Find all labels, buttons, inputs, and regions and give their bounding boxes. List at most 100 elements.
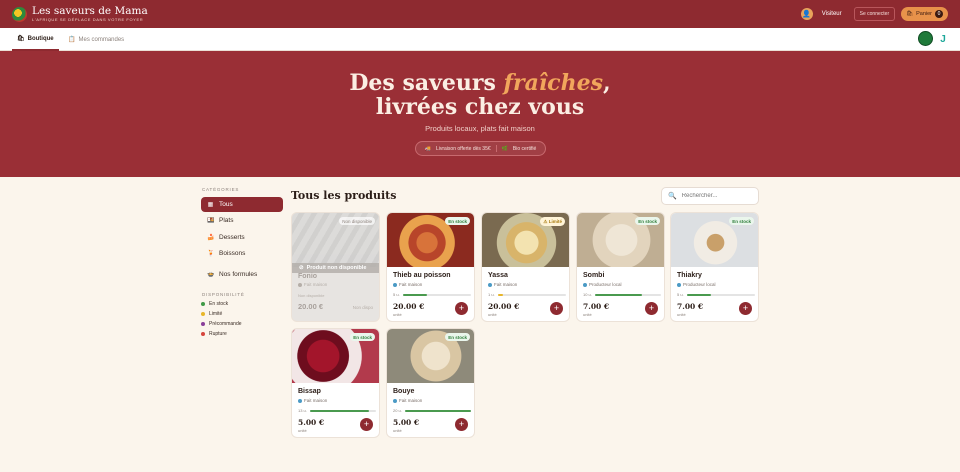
formula-icon: 🍲 xyxy=(207,272,215,278)
quantity-label: 20 u. xyxy=(393,408,402,413)
visitor-label: Visiteur xyxy=(821,11,842,17)
product-tag: Fait maison xyxy=(298,398,327,403)
tab-mes-commandes[interactable]: 📋 Mes commandes xyxy=(68,28,124,51)
hero-subtitle: Produits locaux, plats fait maison xyxy=(425,124,535,133)
product-price: 7.00 € xyxy=(583,302,610,311)
stock-quantity: 13 u. xyxy=(298,408,376,413)
login-button[interactable]: Se connecter xyxy=(853,7,896,21)
product-price: 5.00 € xyxy=(298,418,325,427)
hero-title-line2: livrées chez vous xyxy=(375,94,585,120)
user-avatar-icon[interactable]: 👤 xyxy=(800,8,813,20)
product-tag: Fait maison xyxy=(393,282,422,287)
hero-banner: Des saveurs fraîches, livrées chez vous … xyxy=(0,51,960,177)
stock-badge: En stock xyxy=(445,333,470,341)
cart-button[interactable]: 🛍 Panier 0 xyxy=(901,7,948,21)
product-price: 20.00 € xyxy=(393,302,425,311)
product-card-fonio[interactable]: Non disponible ⊘ Produit non disponible … xyxy=(291,212,380,322)
tab-boutique[interactable]: 🛍 Boutique xyxy=(12,28,59,51)
tag-label: Fait maison xyxy=(399,398,423,403)
category-label: Nos formules xyxy=(219,271,258,278)
tag-label: Fait maison xyxy=(399,282,423,287)
add-to-cart-button[interactable]: + xyxy=(550,302,563,315)
category-plats[interactable]: 🍱 Plats xyxy=(201,213,283,228)
grid-icon: ▦ xyxy=(207,202,214,208)
cart-count-badge: 0 xyxy=(935,10,943,18)
partner-logo-icon xyxy=(918,31,933,46)
cake-icon: 🍰 xyxy=(207,235,215,241)
availability-label: Rupture xyxy=(209,331,227,337)
category-label: Plats xyxy=(219,217,234,224)
availability-in-stock[interactable]: En stock xyxy=(201,301,228,307)
product-card-yassa[interactable]: ⚠ Limité Yassa Fait maison 1 u. 20.00 € … xyxy=(481,212,570,322)
quantity-label: 13 u. xyxy=(298,408,307,413)
search-input[interactable] xyxy=(681,193,752,199)
tab-label: Boutique xyxy=(27,35,54,42)
product-name: Thieb au poisson xyxy=(393,272,451,279)
tag-icon xyxy=(488,282,492,287)
stock-quantity: 5 u. xyxy=(393,292,471,297)
category-desserts[interactable]: 🍰 Desserts xyxy=(201,230,283,245)
category-nos-formules[interactable]: 🍲 Nos formules xyxy=(201,267,283,282)
category-boissons[interactable]: 🍹 Boissons xyxy=(201,246,283,261)
availability-preorder[interactable]: Précommande xyxy=(201,321,242,327)
categories-heading: CATÉGORIES xyxy=(202,187,240,192)
add-to-cart-button[interactable]: + xyxy=(455,418,468,431)
product-name: Fonio xyxy=(298,273,318,280)
tag-icon xyxy=(298,398,302,403)
product-tag: Producteur local xyxy=(677,282,716,287)
add-to-cart-button[interactable]: + xyxy=(739,302,752,315)
stock-bar xyxy=(404,409,471,412)
tag-icon xyxy=(677,282,681,287)
stock-badge: En stock xyxy=(729,217,754,225)
availability-limited[interactable]: Limité xyxy=(201,311,222,317)
tag-icon xyxy=(583,282,587,287)
cart-label: Panier xyxy=(916,11,932,17)
stock-bar-fill xyxy=(404,409,471,412)
stock-quantity: 20 u. xyxy=(393,408,471,413)
stock-bar-fill xyxy=(686,293,711,296)
tag-label: Fait maison xyxy=(304,398,328,403)
product-name: Thiakry xyxy=(677,272,702,279)
stock-bar xyxy=(594,293,661,296)
product-unit: unité xyxy=(393,428,402,433)
product-card-thiakry[interactable]: En stock Thiakry Producteur local 5 u. 7… xyxy=(670,212,759,322)
product-price: 20.00 € xyxy=(488,302,520,311)
quantity-label: 5 u. xyxy=(677,292,684,297)
stock-quantity: 1 u. xyxy=(488,292,566,297)
add-to-cart-button[interactable]: + xyxy=(360,418,373,431)
quantity-label: 10 u. xyxy=(583,292,592,297)
brand-logo-icon[interactable] xyxy=(12,6,27,22)
status-dot-icon xyxy=(201,302,205,306)
brand-subtitle: L'AFRIQUE SE DÉPLACE DANS VOTRE FOYER xyxy=(32,17,144,22)
product-unit: unité xyxy=(393,312,402,317)
status-dot-icon xyxy=(201,322,205,326)
stock-bar-fill xyxy=(594,293,643,296)
availability-out-of-stock[interactable]: Rupture xyxy=(201,331,227,337)
product-card-sombi[interactable]: En stock Sombi Producteur local 10 u. 7.… xyxy=(576,212,665,322)
product-card-bissap[interactable]: En stock Bissap Fait maison 13 u. 5.00 €… xyxy=(291,328,380,438)
category-label: Desserts xyxy=(219,234,245,241)
search-box[interactable]: 🔍 xyxy=(661,187,759,205)
add-to-cart-button[interactable]: + xyxy=(645,302,658,315)
brand-title: Les saveurs de Mama xyxy=(32,5,148,17)
category-tous[interactable]: ▦ Tous xyxy=(201,197,283,212)
stock-badge: Non disponible xyxy=(339,217,375,225)
stock-bar-fill xyxy=(497,293,504,296)
product-tag: Fait maison xyxy=(298,282,327,287)
product-card-bouye[interactable]: En stock Bouye Fait maison 20 u. 5.00 € … xyxy=(386,328,475,438)
orders-icon: 📋 xyxy=(68,37,76,43)
brand[interactable]: Les saveurs de Mama L'AFRIQUE SE DÉPLACE… xyxy=(32,6,148,22)
product-name: Bissap xyxy=(298,388,321,395)
product-name: Bouye xyxy=(393,388,415,395)
stock-bar-fill xyxy=(402,293,427,296)
product-unit: unité xyxy=(677,312,686,317)
stock-badge-label: Limité xyxy=(548,218,562,224)
product-card-thieb[interactable]: En stock Thieb au poisson Fait maison 5 … xyxy=(386,212,475,322)
header-actions: 👤 Visiteur Se connecter 🛍 Panier 0 xyxy=(800,7,948,21)
stock-bar xyxy=(309,409,376,412)
quantity-label: 5 u. xyxy=(393,292,400,297)
badge-organic: Bio certifié xyxy=(512,145,537,152)
product-unit: unité xyxy=(488,312,497,317)
quantity-label: 1 u. xyxy=(488,292,495,297)
add-to-cart-button[interactable]: + xyxy=(455,302,468,315)
